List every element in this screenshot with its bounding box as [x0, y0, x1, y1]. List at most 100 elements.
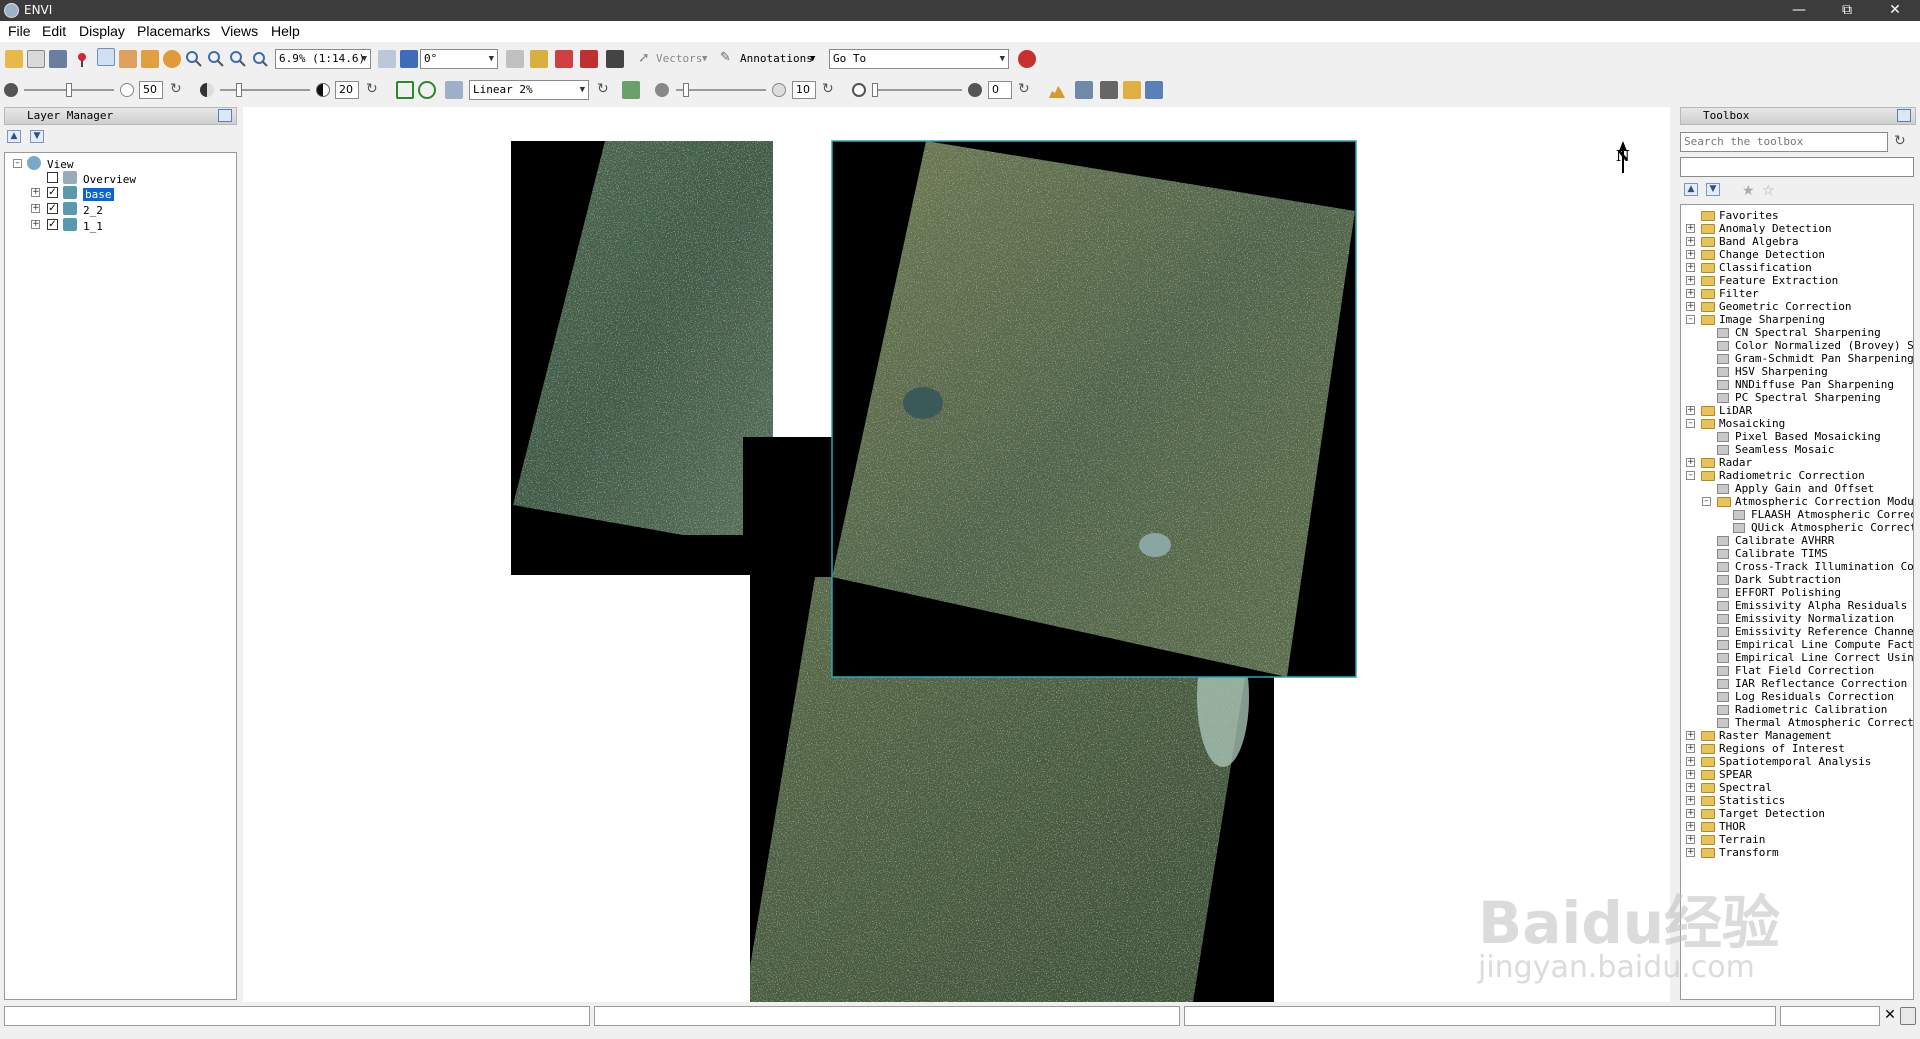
brightness-slider-thumb[interactable]: [66, 83, 72, 97]
toolbox-expand-toggle[interactable]: –: [1702, 497, 1711, 506]
view-blend-icon[interactable]: [1100, 81, 1118, 99]
toolbox-item[interactable]: PC Spectral Sharpening: [1735, 391, 1881, 404]
toolbox-item[interactable]: Calibrate TIMS: [1735, 547, 1828, 560]
toolbox-item[interactable]: Change Detection: [1719, 248, 1825, 261]
transparency-slider-track[interactable]: [872, 89, 962, 91]
toolbox-item[interactable]: Empirical Line Correct Using: [1735, 651, 1913, 664]
vectors-button[interactable]: Vectors: [656, 50, 702, 68]
zoom-full-icon[interactable]: [251, 50, 269, 68]
toolbox-item[interactable]: Atmospheric Correction Modul: [1735, 495, 1913, 508]
toolbox-expand-toggle[interactable]: +: [1686, 289, 1695, 298]
toolbox-expand-toggle[interactable]: +: [1686, 224, 1695, 233]
chip-to-file-icon[interactable]: [1075, 81, 1093, 99]
toolbox-item[interactable]: HSV Sharpening: [1735, 365, 1828, 378]
toolbox-item[interactable]: CN Spectral Sharpening: [1735, 326, 1881, 339]
toolbox-item[interactable]: Calibrate AVHRR: [1735, 534, 1834, 547]
fly-icon[interactable]: [141, 50, 159, 68]
toolbox-expand-toggle[interactable]: –: [1686, 419, 1695, 428]
collapse-all-icon[interactable]: ▲: [7, 130, 21, 143]
image-viewport[interactable]: N: [243, 107, 1670, 1002]
cancel-process-icon[interactable]: ✕: [1882, 1007, 1898, 1025]
spectral-profile-icon[interactable]: [580, 50, 598, 68]
toolbox-item[interactable]: Color Normalized (Brovey) Sh: [1735, 339, 1913, 352]
zoom-in-icon[interactable]: [207, 50, 225, 68]
expand-all-icon[interactable]: ▼: [30, 130, 44, 143]
reset-brightness-icon[interactable]: ↻: [170, 81, 188, 99]
toolbox-item[interactable]: EFFORT Polishing: [1735, 586, 1841, 599]
toolbox-search-results[interactable]: [1680, 157, 1914, 177]
open-file-icon[interactable]: [5, 50, 23, 68]
annotations-button[interactable]: Annotations: [740, 50, 813, 68]
vectors-dropdown-icon[interactable]: ▼: [702, 50, 707, 68]
reset-sharpen-icon[interactable]: ↻: [822, 81, 840, 99]
tree-layer-base[interactable]: base: [83, 188, 114, 201]
tree-layer-2_2[interactable]: 2_2: [83, 204, 103, 217]
chip-view-icon[interactable]: [49, 50, 67, 68]
toolbox-expand-toggle[interactable]: +: [1686, 835, 1695, 844]
toolbox-item[interactable]: Radar: [1719, 456, 1752, 469]
close-window-button[interactable]: ✕: [1872, 0, 1918, 21]
menu-views[interactable]: Views: [221, 23, 258, 39]
crosshairs-icon[interactable]: [506, 50, 524, 68]
layer-1_1-checkbox[interactable]: ✓: [47, 219, 58, 230]
profile-icon[interactable]: [555, 50, 573, 68]
toolbox-item[interactable]: Emissivity Normalization: [1735, 612, 1894, 625]
menu-edit[interactable]: Edit: [42, 23, 66, 39]
toolbox-item[interactable]: FLAASH Atmospheric Correc: [1751, 508, 1913, 521]
toolbox-item[interactable]: Filter: [1719, 287, 1759, 300]
toolbox-item[interactable]: NNDiffuse Pan Sharpening: [1735, 378, 1894, 391]
toolbox-item[interactable]: Thermal Atmospheric Correcti: [1735, 716, 1913, 729]
rotate-to-icon[interactable]: [400, 50, 418, 68]
view-collapse-toggle[interactable]: –: [13, 159, 22, 168]
toolbox-item[interactable]: Radiometric Correction: [1719, 469, 1865, 482]
toolbox-item[interactable]: Pixel Based Mosaicking: [1735, 430, 1881, 443]
contrast-slider-track[interactable]: [220, 89, 310, 91]
toolbox-item[interactable]: QUick Atmospheric Correct: [1751, 521, 1913, 534]
toolbox-expand-toggle[interactable]: +: [1686, 848, 1695, 857]
rotate-icon[interactable]: [163, 50, 181, 68]
expand-all-icon[interactable]: ▼: [1706, 183, 1720, 196]
sharpen-slider-thumb[interactable]: [683, 83, 689, 97]
refresh-toolbox-icon[interactable]: ↻: [1894, 133, 1912, 151]
zoom-out-icon[interactable]: [229, 50, 247, 68]
sharpen-slider-track[interactable]: [676, 89, 766, 91]
zoom-icon[interactable]: [185, 50, 203, 68]
toolbox-item[interactable]: Image Sharpening: [1719, 313, 1825, 326]
toolbox-item[interactable]: Flat Field Correction: [1735, 664, 1874, 677]
zoom-combo[interactable]: 6.9% (1:14.6) ▼: [275, 49, 371, 69]
layer-base-expand[interactable]: +: [31, 188, 40, 197]
annotations-icon[interactable]: ✎: [720, 50, 738, 68]
rotation-combo[interactable]: 0° ▼: [420, 49, 498, 69]
view-flicker-icon[interactable]: [1123, 81, 1141, 99]
toolbox-expand-toggle[interactable]: +: [1686, 770, 1695, 779]
toolbox-item[interactable]: Spatiotemporal Analysis: [1719, 755, 1871, 768]
contrast-value[interactable]: 20: [335, 81, 359, 99]
toolbox-item[interactable]: Seamless Mosaic: [1735, 443, 1834, 456]
transparency-value[interactable]: 0: [988, 81, 1012, 99]
remove-favorite-star-icon[interactable]: ☆: [1762, 183, 1780, 201]
toolbox-item[interactable]: Favorites: [1719, 209, 1779, 222]
portal-icon[interactable]: [606, 50, 624, 68]
vectors-icon[interactable]: ➚: [638, 50, 656, 68]
toolbox-expand-toggle[interactable]: +: [1686, 406, 1695, 415]
toolbox-item[interactable]: Apply Gain and Offset: [1735, 482, 1874, 495]
stretch-view-icon[interactable]: [418, 81, 436, 99]
toolbox-expand-toggle[interactable]: +: [1686, 731, 1695, 740]
toolbox-expand-toggle[interactable]: +: [1686, 783, 1695, 792]
select-cursor-icon[interactable]: [97, 48, 115, 66]
layer-2_2-checkbox[interactable]: ✓: [47, 203, 58, 214]
cursor-value-icon[interactable]: [530, 50, 548, 68]
toolbox-item[interactable]: Emissivity Reference Channel: [1735, 625, 1913, 638]
view-swipe-icon[interactable]: [1145, 81, 1163, 99]
toolbox-item[interactable]: Band Algebra: [1719, 235, 1798, 248]
menu-display[interactable]: Display: [79, 23, 125, 39]
toolbox-expand-toggle[interactable]: +: [1686, 796, 1695, 805]
toolbox-item[interactable]: Regions of Interest: [1719, 742, 1845, 755]
toolbox-item[interactable]: Geometric Correction: [1719, 300, 1851, 313]
toolbox-item[interactable]: LiDAR: [1719, 404, 1752, 417]
toolbox-item[interactable]: Terrain: [1719, 833, 1765, 846]
process-manager-icon[interactable]: [1900, 1007, 1916, 1025]
histogram-icon[interactable]: [1048, 81, 1066, 99]
toolbox-item[interactable]: Transform: [1719, 846, 1779, 859]
toolbox-item[interactable]: Cross-Track Illumination Cor: [1735, 560, 1913, 573]
